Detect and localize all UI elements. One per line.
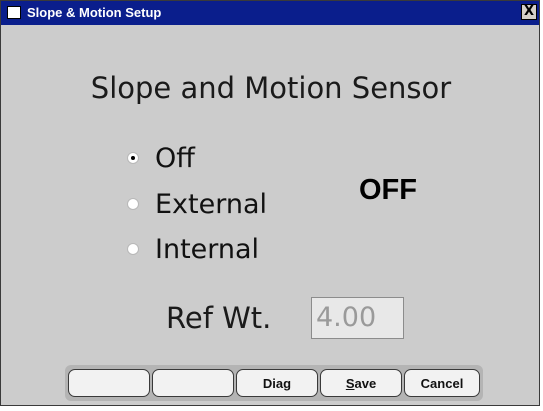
save-button[interactable]: Save [320, 369, 402, 397]
option-external[interactable]: External [127, 186, 267, 222]
window-icon [7, 6, 21, 19]
blank-button-2[interactable] [152, 369, 234, 397]
save-label-rest: ave [354, 375, 377, 391]
save-mnemonic: S [345, 375, 355, 391]
option-external-label: External [155, 188, 268, 220]
radio-external[interactable] [127, 198, 139, 210]
ref-wt-label: Ref Wt. [166, 301, 272, 335]
diag-button[interactable]: Diag [236, 369, 318, 397]
option-off-label: Off [155, 142, 195, 174]
radio-internal[interactable] [127, 243, 139, 255]
window-title: Slope & Motion Setup [27, 5, 162, 20]
option-internal[interactable]: Internal [127, 231, 259, 267]
dialog-window: Slope & Motion Setup X Slope and Motion … [0, 0, 540, 406]
ref-wt-field[interactable]: 4.00 [311, 297, 404, 339]
page-title: Slope and Motion Sensor [90, 71, 452, 105]
title-bar[interactable]: Slope & Motion Setup X [1, 1, 539, 25]
cancel-button[interactable]: Cancel [404, 369, 480, 397]
status-readout: OFF [359, 174, 417, 206]
option-off[interactable]: Off [127, 140, 195, 176]
blank-button-1[interactable] [68, 369, 150, 397]
close-button[interactable]: X [521, 4, 537, 20]
radio-off[interactable] [127, 152, 139, 164]
option-internal-label: Internal [155, 233, 260, 265]
button-bar: Diag Save Cancel [65, 365, 483, 401]
